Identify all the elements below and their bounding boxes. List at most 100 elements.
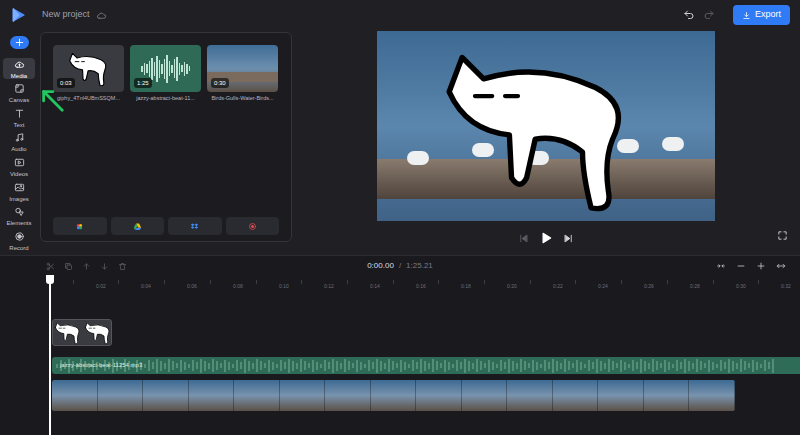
audio-thumbnail[interactable]: 1:25 — [130, 45, 201, 92]
wave-bar — [176, 363, 178, 368]
wave-bar — [496, 364, 498, 368]
bird-shape — [407, 151, 429, 165]
zoom-in-icon[interactable] — [756, 261, 766, 271]
undo-icon[interactable] — [683, 9, 695, 21]
fit-icon[interactable] — [716, 261, 726, 271]
wave-bar — [476, 359, 478, 372]
wave-bar — [744, 361, 746, 370]
sidebar-item[interactable]: Audio — [3, 132, 35, 153]
logo-icon[interactable] — [10, 7, 26, 23]
wave-bar — [308, 363, 310, 368]
media-card[interactable]: 0:30Birds-Gulls-Water-Birds... — [207, 45, 278, 102]
sidebar-item[interactable]: Videos — [3, 157, 35, 178]
ruler-tick — [621, 280, 622, 284]
ruler-label: 0:28 — [690, 284, 700, 289]
wave-bar — [168, 359, 170, 372]
import-button[interactable] — [53, 217, 107, 235]
video-frame — [507, 380, 553, 411]
wave-bar — [468, 361, 470, 371]
wave-bar — [716, 364, 718, 368]
sidebar-item[interactable]: Record — [3, 230, 35, 251]
wave-bar — [712, 362, 714, 370]
wave-bar — [772, 359, 774, 373]
wave-bar — [556, 361, 558, 371]
sidebar-item[interactable]: Media — [3, 58, 35, 79]
expand-icon[interactable] — [776, 261, 786, 271]
redo-icon[interactable] — [703, 9, 715, 21]
sidebar-item[interactable]: Text — [3, 108, 35, 129]
sidebar-item[interactable]: Images — [3, 181, 35, 202]
play-icon[interactable] — [539, 231, 553, 245]
import-button[interactable] — [168, 217, 222, 235]
media-card[interactable]: 0:03 giphy_4Tnl4UBmSSQM... — [53, 45, 124, 102]
wave-bar — [664, 360, 666, 372]
wave-bar — [680, 362, 682, 369]
wave-bar — [732, 361, 734, 371]
skip-back-icon[interactable] — [518, 233, 529, 244]
canvas-icon — [14, 83, 25, 94]
video-frame — [98, 380, 144, 411]
wave-bar — [472, 363, 474, 369]
media-name: giphy_4Tnl4UBmSSQM... — [57, 96, 120, 102]
wave-bar — [488, 360, 490, 372]
top-bar: New project Export — [0, 0, 800, 30]
record-icon — [248, 222, 257, 231]
import-button[interactable] — [226, 217, 280, 235]
sidebar-label: Media — [11, 73, 27, 79]
delete-icon[interactable] — [118, 262, 127, 271]
ruler-label: 0:22 — [553, 284, 563, 289]
copy-icon[interactable] — [64, 262, 73, 271]
skip-forward-icon[interactable] — [563, 233, 574, 244]
video-thumbnail[interactable]: 0:30 — [207, 45, 278, 92]
move-down-icon[interactable] — [100, 262, 109, 271]
wave-bar — [164, 363, 166, 369]
cat-sticker-icon[interactable] — [432, 43, 647, 218]
sticker-thumbnail[interactable]: 0:03 — [53, 45, 124, 92]
wave-bar — [644, 361, 646, 371]
move-up-icon[interactable] — [82, 262, 91, 271]
export-label: Export — [755, 8, 781, 22]
sticker-clip[interactable] — [52, 319, 112, 346]
preview-canvas — [377, 31, 715, 221]
wave-bar — [636, 362, 638, 369]
wave-bar — [440, 363, 442, 368]
wave-bar — [564, 359, 566, 372]
wave-bar — [296, 363, 298, 369]
wave-bar — [146, 64, 148, 73]
media-panel: 0:03 giphy_4Tnl4UBmSSQM... 1:25jazzy-abstr… — [40, 32, 292, 242]
playhead-handle[interactable] — [46, 275, 54, 284]
ruler-tick — [393, 280, 394, 284]
add-button[interactable] — [10, 36, 29, 49]
wave-bar — [724, 362, 726, 369]
sidebar-label: Audio — [11, 146, 26, 152]
cloud-icon — [96, 10, 107, 21]
ruler-label: 0:12 — [324, 284, 334, 289]
wave-bar — [432, 359, 434, 372]
video-clip[interactable] — [52, 380, 735, 411]
sidebar-item[interactable]: Canvas — [3, 83, 35, 104]
audio-clip[interactable]: jazzy-abstract-beat-11254.mp3 — [52, 357, 800, 374]
wave-bar — [700, 361, 702, 370]
fullscreen-icon[interactable] — [777, 230, 788, 241]
playhead[interactable] — [49, 276, 51, 435]
export-button[interactable]: Export — [733, 5, 790, 25]
wave-bar — [260, 361, 262, 370]
video-frame — [325, 380, 371, 411]
wave-bar — [184, 62, 186, 76]
wave-bar — [380, 361, 382, 371]
wave-bar — [628, 364, 630, 368]
bird-shape — [662, 137, 684, 151]
wave-bar — [532, 360, 534, 372]
text-icon — [14, 108, 25, 119]
media-card[interactable]: 1:25jazzy-abstract-beat-11... — [130, 45, 201, 102]
wave-bar — [169, 61, 171, 76]
project-title[interactable]: New project — [42, 8, 90, 22]
wave-bar — [344, 359, 346, 372]
import-button[interactable] — [111, 217, 165, 235]
sidebar-item[interactable]: Elements — [3, 206, 35, 227]
zoom-out-icon[interactable] — [736, 261, 746, 271]
wave-bar — [152, 362, 154, 369]
duration-badge: 0:30 — [211, 78, 229, 88]
wave-bar — [528, 363, 530, 368]
scissors-icon[interactable] — [46, 262, 55, 271]
